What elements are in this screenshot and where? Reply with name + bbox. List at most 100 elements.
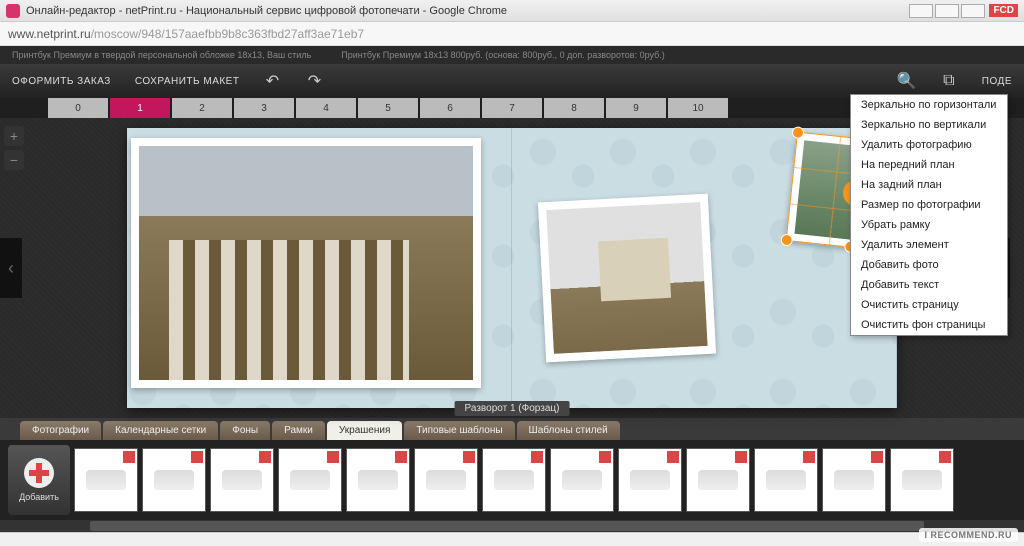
- page-tab-6[interactable]: 6: [420, 98, 480, 118]
- resize-handle-sw[interactable]: [780, 233, 793, 246]
- delete-thumb-icon[interactable]: [327, 451, 339, 463]
- redo-button[interactable]: ↷: [305, 72, 323, 90]
- zoom-out-button[interactable]: −: [4, 150, 24, 170]
- context-menu-item[interactable]: Очистить фон страницы: [851, 315, 1007, 335]
- decoration-preview: [290, 470, 330, 490]
- decoration-thumb[interactable]: [618, 448, 682, 512]
- decoration-thumb[interactable]: [482, 448, 546, 512]
- gallery-strip: Добавить: [0, 440, 1024, 520]
- decoration-thumb[interactable]: [346, 448, 410, 512]
- gallery-tab[interactable]: Типовые шаблоны: [404, 421, 514, 440]
- decoration-thumb[interactable]: [210, 448, 274, 512]
- context-menu-item[interactable]: Удалить элемент: [851, 235, 1007, 255]
- context-menu-item[interactable]: Убрать рамку: [851, 215, 1007, 235]
- browser-scrollbar[interactable]: [0, 532, 1024, 546]
- gallery-tab[interactable]: Украшения: [327, 421, 403, 440]
- decoration-preview: [902, 470, 942, 490]
- delete-thumb-icon[interactable]: [531, 451, 543, 463]
- prev-spread-button[interactable]: ‹: [0, 238, 22, 298]
- context-menu-item[interactable]: Добавить фото: [851, 255, 1007, 275]
- main-toolbar: ОФОРМИТЬ ЗАКАЗ СОХРАНИТЬ МАКЕТ ↶ ↷ 🔍 ⧉ П…: [0, 64, 1024, 98]
- delete-thumb-icon[interactable]: [871, 451, 883, 463]
- page-tab-2[interactable]: 2: [172, 98, 232, 118]
- context-menu-item[interactable]: Зеркально по вертикали: [851, 115, 1007, 135]
- page-tab-8[interactable]: 8: [544, 98, 604, 118]
- decoration-thumb[interactable]: [278, 448, 342, 512]
- product-info-left: Принтбук Премиум в твердой персональной …: [12, 50, 311, 60]
- window-minimize-button[interactable]: [909, 4, 933, 18]
- page-tab-1[interactable]: 1: [110, 98, 170, 118]
- window-title: Онлайн-редактор - netPrint.ru - Национал…: [26, 5, 507, 17]
- decoration-thumb[interactable]: [686, 448, 750, 512]
- context-menu-item[interactable]: Очистить страницу: [851, 295, 1007, 315]
- page-tab-0[interactable]: 0: [48, 98, 108, 118]
- page-tab-9[interactable]: 9: [606, 98, 666, 118]
- context-menu-item[interactable]: Зеркально по горизонтали: [851, 95, 1007, 115]
- search-icon[interactable]: 🔍: [898, 72, 916, 90]
- decoration-preview: [86, 470, 126, 490]
- decoration-preview: [766, 470, 806, 490]
- delete-thumb-icon[interactable]: [123, 451, 135, 463]
- context-menu-item[interactable]: Размер по фотографии: [851, 195, 1007, 215]
- decoration-thumb[interactable]: [890, 448, 954, 512]
- product-info-price: Принтбук Премиум 18х13 800руб. (основа: …: [341, 50, 664, 60]
- page-tab-7[interactable]: 7: [482, 98, 542, 118]
- info-bar: Принтбук Премиум в твердой персональной …: [0, 46, 1024, 64]
- decoration-preview: [426, 470, 466, 490]
- fcd-badge: FCD: [989, 4, 1018, 17]
- decoration-thumb[interactable]: [414, 448, 478, 512]
- decoration-thumb[interactable]: [550, 448, 614, 512]
- zoom-in-button[interactable]: +: [4, 126, 24, 146]
- context-menu-item[interactable]: На задний план: [851, 175, 1007, 195]
- delete-thumb-icon[interactable]: [803, 451, 815, 463]
- delete-thumb-icon[interactable]: [599, 451, 611, 463]
- delete-thumb-icon[interactable]: [191, 451, 203, 463]
- context-menu-item[interactable]: Добавить текст: [851, 275, 1007, 295]
- editor-app: Принтбук Премиум в твердой персональной …: [0, 46, 1024, 532]
- decoration-preview: [222, 470, 262, 490]
- right-page[interactable]: ✥: [512, 128, 897, 408]
- delete-thumb-icon[interactable]: [463, 451, 475, 463]
- spread-label: Разворот 1 (Форзац): [455, 401, 570, 416]
- gallery-tab[interactable]: Шаблоны стилей: [517, 421, 620, 440]
- decoration-preview: [154, 470, 194, 490]
- delete-thumb-icon[interactable]: [939, 451, 951, 463]
- decoration-preview: [698, 470, 738, 490]
- decoration-preview: [562, 470, 602, 490]
- decoration-thumb[interactable]: [74, 448, 138, 512]
- decoration-thumb[interactable]: [754, 448, 818, 512]
- context-menu-item[interactable]: На передний план: [851, 155, 1007, 175]
- gallery-tab[interactable]: Фоны: [220, 421, 270, 440]
- save-layout-button[interactable]: СОХРАНИТЬ МАКЕТ: [135, 76, 240, 87]
- gallery-tab[interactable]: Календарные сетки: [103, 421, 218, 440]
- delete-thumb-icon[interactable]: [395, 451, 407, 463]
- window-close-button[interactable]: [961, 4, 985, 18]
- delete-thumb-icon[interactable]: [735, 451, 747, 463]
- delete-thumb-icon[interactable]: [259, 451, 271, 463]
- context-menu-item[interactable]: Удалить фотографию: [851, 135, 1007, 155]
- clone-icon[interactable]: ⧉: [940, 72, 958, 90]
- add-decoration-button[interactable]: Добавить: [8, 445, 70, 515]
- page-tab-5[interactable]: 5: [358, 98, 418, 118]
- photo-frame-1[interactable]: [131, 138, 481, 388]
- book-spread[interactable]: ✥: [127, 128, 897, 408]
- page-tab-10[interactable]: 10: [668, 98, 728, 118]
- gallery-tab[interactable]: Рамки: [272, 421, 325, 440]
- undo-button[interactable]: ↶: [263, 72, 281, 90]
- window-maximize-button[interactable]: [935, 4, 959, 18]
- delete-thumb-icon[interactable]: [667, 451, 679, 463]
- resize-handle-nw[interactable]: [791, 126, 804, 139]
- address-bar[interactable]: www.netprint.ru/moscow/948/157aaefbb9b8c…: [0, 22, 1024, 46]
- decoration-thumb[interactable]: [142, 448, 206, 512]
- page-tab-3[interactable]: 3: [234, 98, 294, 118]
- page-tab-4[interactable]: 4: [296, 98, 356, 118]
- decoration-preview: [494, 470, 534, 490]
- decoration-thumb[interactable]: [822, 448, 886, 512]
- order-button[interactable]: ОФОРМИТЬ ЗАКАЗ: [12, 76, 111, 87]
- left-page[interactable]: [127, 128, 512, 408]
- url-host: www.netprint.ru: [8, 27, 91, 41]
- photo-frame-2[interactable]: [538, 194, 716, 363]
- gallery-tab[interactable]: Фотографии: [20, 421, 101, 440]
- gallery-scrollbar[interactable]: [0, 520, 1024, 532]
- share-button[interactable]: ПОДЕ: [982, 76, 1012, 87]
